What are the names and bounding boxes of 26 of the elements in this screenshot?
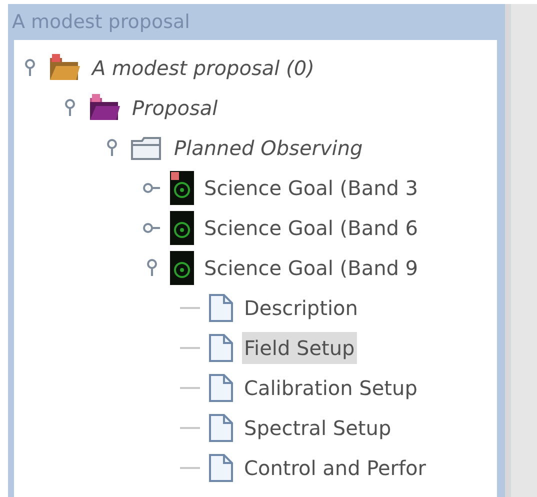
tree-item[interactable]: Calibration Setup <box>242 372 420 404</box>
tree-item[interactable]: A modest proposal (0) <box>90 52 316 84</box>
tree-item[interactable]: Spectral Setup <box>242 412 394 444</box>
tree-item[interactable]: Control and Perfor <box>242 452 428 484</box>
tree-item[interactable]: Field Setup <box>242 332 357 364</box>
expanded-toggle[interactable] <box>105 139 119 157</box>
folder-icon <box>88 94 122 122</box>
panel-title: A modest proposal <box>11 10 191 35</box>
tree-item[interactable]: Proposal <box>130 92 220 124</box>
expanded-toggle[interactable] <box>145 259 159 277</box>
page-icon <box>208 293 234 323</box>
folder-icon <box>130 135 164 161</box>
expanded-toggle[interactable] <box>63 99 77 117</box>
expanded-toggle[interactable] <box>23 59 37 77</box>
tree-item[interactable]: Planned Observing <box>172 132 365 164</box>
page-icon <box>208 333 234 363</box>
folder-icon <box>48 54 82 82</box>
tree-item[interactable]: Science Goal (Band 9 <box>202 252 420 284</box>
page-icon <box>208 413 234 443</box>
tree-item[interactable]: Science Goal (Band 3 <box>202 172 420 204</box>
page-icon <box>208 373 234 403</box>
collapsed-toggle[interactable] <box>143 221 161 235</box>
collapsed-toggle[interactable] <box>143 181 161 195</box>
page-icon <box>208 453 234 483</box>
tree-item[interactable]: Science Goal (Band 6 <box>202 212 420 244</box>
tree-item[interactable]: Description <box>242 292 360 324</box>
